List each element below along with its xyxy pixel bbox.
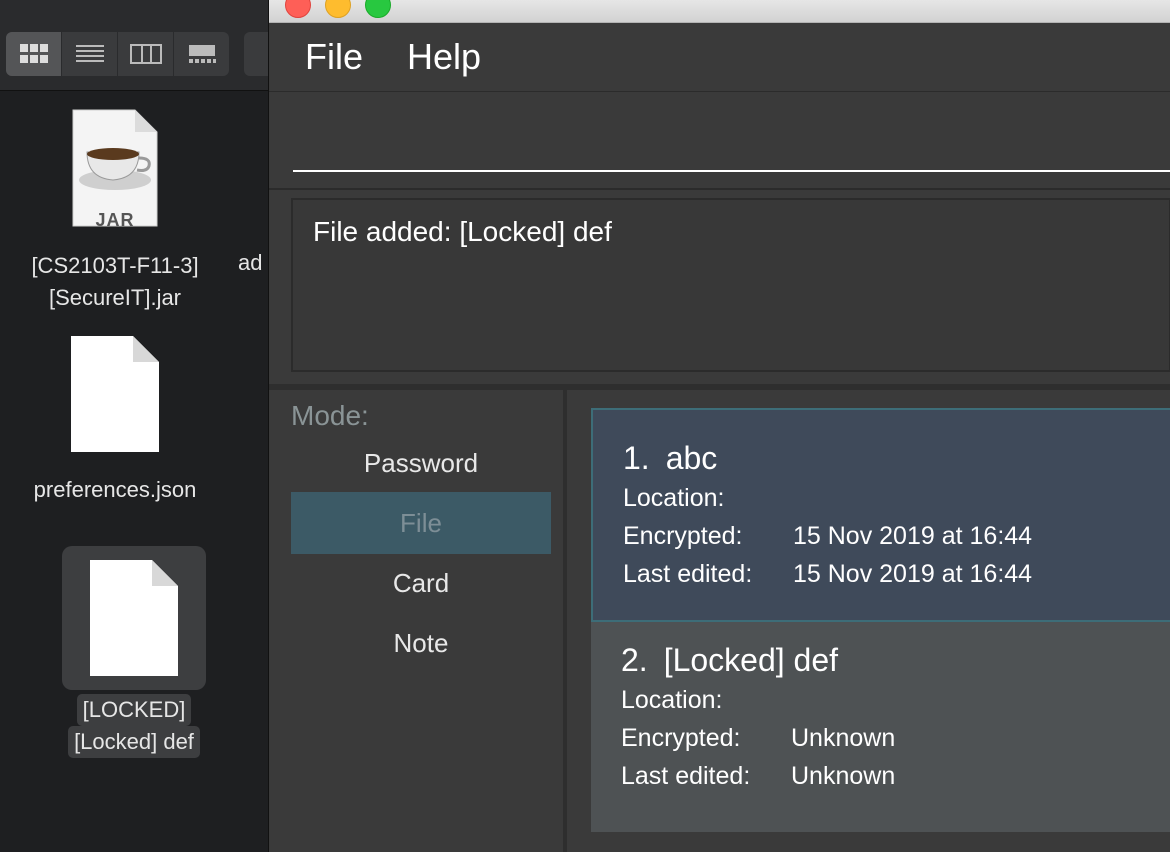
list-view-button[interactable] [62, 32, 118, 76]
file-item-jar[interactable]: JAR [CS2103T-F11-3] [SecureIT].jar [0, 108, 230, 314]
gallery-view-button[interactable] [174, 32, 229, 76]
result-display: File added: [Locked] def [291, 198, 1170, 372]
file-list: 1. abc Location: Encrypted: 15 Nov 2019 a… [569, 390, 1170, 852]
encrypted-value: 15 Nov 2019 at 16:44 [793, 522, 1033, 550]
secureit-window: File Help File added: [Locked] def Mode:… [268, 0, 1170, 852]
menu-help[interactable]: Help [407, 36, 481, 78]
edited-value: 15 Nov 2019 at 16:44 [793, 560, 1033, 588]
close-button[interactable] [285, 0, 311, 18]
result-message: File added: [Locked] def [313, 216, 612, 247]
mode-title: Mode: [291, 400, 369, 431]
edited-label: Last edited: [623, 560, 753, 588]
mode-note[interactable]: Note [291, 612, 551, 674]
file-name: [CS2103T-F11-3] [SecureIT].jar [31, 253, 199, 310]
menu-bar: File Help [269, 23, 1170, 92]
file-item-locked-def[interactable]: [LOCKED] [Locked] def [0, 546, 268, 758]
location-label: Location: [621, 686, 723, 714]
file-title: 2. [Locked] def [621, 642, 839, 678]
mode-password[interactable]: Password [291, 432, 551, 494]
file-card[interactable]: 2. [Locked] def Location: Encrypted: Unkn… [591, 622, 1170, 832]
edited-value: Unknown [791, 762, 896, 790]
title-bar [269, 0, 1170, 23]
finder-window: JAR [CS2103T-F11-3] [SecureIT].jar ad pr… [0, 0, 274, 852]
mode-card[interactable]: Card [291, 552, 551, 614]
file-title: 1. abc [623, 440, 718, 476]
file-item-preferences[interactable]: preferences.json [0, 334, 230, 506]
zoom-button[interactable] [365, 0, 391, 18]
columns-icon [129, 44, 162, 64]
selection-highlight [62, 546, 206, 690]
encrypted-value: Unknown [791, 724, 896, 752]
location-label: Location: [623, 484, 725, 512]
edited-label: Last edited: [621, 762, 751, 790]
encrypted-label: Encrypted: [621, 724, 741, 752]
file-name-truncated: ad [238, 250, 263, 275]
file-card[interactable]: 1. abc Location: Encrypted: 15 Nov 2019 a… [591, 408, 1170, 622]
grid-icon [19, 44, 48, 63]
encrypted-label: Encrypted: [623, 522, 743, 550]
command-input[interactable] [293, 112, 1170, 172]
document-icon [71, 336, 159, 452]
file-name: [LOCKED] [Locked] def [0, 694, 268, 758]
minimize-button[interactable] [325, 0, 351, 18]
list-icon [75, 45, 104, 62]
jar-badge: JAR [95, 210, 135, 230]
file-name: preferences.json [33, 477, 197, 502]
command-area [269, 92, 1170, 190]
document-icon [90, 560, 178, 676]
mode-sidebar: Mode: Password File Card Note [269, 390, 567, 852]
menu-file[interactable]: File [305, 36, 363, 78]
gallery-icon [188, 45, 216, 63]
column-view-button[interactable] [118, 32, 174, 76]
icon-view-button[interactable] [6, 32, 62, 76]
view-mode-selector [6, 32, 229, 76]
finder-toolbar [0, 0, 274, 91]
mode-file[interactable]: File [291, 492, 551, 554]
